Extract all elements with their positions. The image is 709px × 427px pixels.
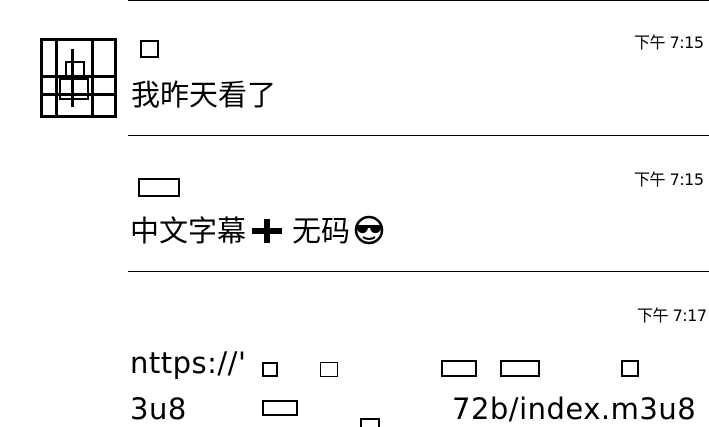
message-text-part: 中文字幕 (130, 214, 247, 248)
message-link-text[interactable]: nttps://' (130, 346, 246, 380)
redacted-block (320, 362, 338, 377)
message-divider (128, 271, 709, 272)
redacted-block (360, 418, 380, 427)
redacted-block (500, 360, 540, 377)
avatar[interactable] (40, 38, 117, 118)
sender-name-redacted (140, 40, 159, 58)
plus-icon (252, 219, 283, 243)
redacted-block (262, 362, 278, 377)
message-text-part: 无码 (292, 214, 351, 248)
message-divider (128, 0, 709, 1)
message-link-text[interactable]: 3u8 (130, 392, 187, 426)
message-text: 我昨天看了 (131, 78, 277, 112)
message-divider (128, 135, 709, 136)
redacted-block (441, 360, 477, 377)
redacted-block (262, 400, 298, 416)
message-link-text[interactable]: 72b/index.m3u8 (452, 392, 696, 426)
chat-feed: 下午 7:15 我昨天看了 下午 7:15 中文字幕 无码 下午 7:17 ntt… (0, 0, 709, 427)
message-time: 下午 7:15 (634, 170, 704, 189)
message-time: 下午 7:17 (637, 306, 707, 325)
sunglasses-smiley-icon (354, 215, 384, 245)
sender-name-redacted (138, 178, 180, 197)
message-time: 下午 7:15 (634, 33, 704, 52)
message-text: 中文字幕 无码 (130, 208, 386, 250)
redacted-block (621, 360, 639, 377)
